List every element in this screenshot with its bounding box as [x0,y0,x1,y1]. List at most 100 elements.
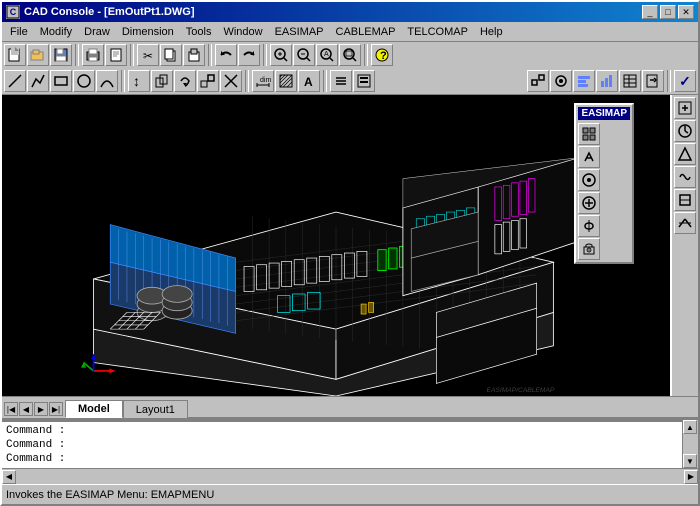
tb-preview[interactable] [105,44,127,66]
toolbar-area: ✂ A [2,42,698,95]
hscroll-left-btn[interactable]: ◀ [2,470,16,484]
tb2-rect[interactable] [50,70,72,92]
tb-zoom-fit[interactable]: A [316,44,338,66]
command-section: Command : Command : Command : ▲ ▼ [2,418,698,468]
status-text: Invokes the EASIMAP Menu: EMAPMENU [6,489,214,501]
tab-layout1[interactable]: Layout1 [123,400,188,418]
close-button[interactable]: ✕ [678,5,694,19]
tab-scroll-last[interactable]: ▶| [49,402,63,416]
rt-btn-6[interactable] [674,212,696,234]
command-line-2: Command : [6,438,678,452]
rt-btn-2[interactable] [674,120,696,142]
tb2-bar[interactable] [573,70,595,92]
tb2-trim[interactable] [220,70,242,92]
tb-help[interactable]: ? [371,44,393,66]
tb-zoom-window[interactable] [339,44,361,66]
scrollbar-up-btn[interactable]: ▲ [683,420,697,434]
tb2-snap[interactable] [527,70,549,92]
tb-redo[interactable] [238,44,260,66]
rt-btn-1[interactable] [674,97,696,119]
svg-text:dim: dim [260,77,271,84]
menu-draw[interactable]: Draw [78,24,116,40]
tb2-table[interactable] [619,70,641,92]
tb2-copy2[interactable] [151,70,173,92]
easimap-btn-3[interactable] [578,169,600,191]
tb-open[interactable] [27,44,49,66]
tb2-export[interactable] [642,70,664,92]
easimap-btn-1[interactable] [578,123,600,145]
tab-scroll-next[interactable]: ▶ [34,402,48,416]
tb2-polyline[interactable] [27,70,49,92]
tb-save[interactable] [50,44,72,66]
tb2-sep-1 [121,70,125,92]
tb2-check[interactable]: ✓ [674,70,696,92]
hscroll-track[interactable] [16,470,684,484]
tb2-hatch[interactable] [275,70,297,92]
tb-cut[interactable]: ✂ [137,44,159,66]
tb-undo[interactable] [215,44,237,66]
tb2-scale[interactable] [197,70,219,92]
tb2-rotate[interactable] [174,70,196,92]
tb-paste[interactable] [183,44,205,66]
tb2-dim[interactable]: dim [252,70,274,92]
tb2-sep-right [667,70,671,92]
maximize-button[interactable]: □ [660,5,676,19]
tb2-properties[interactable] [353,70,375,92]
command-line-1: Command : [6,424,678,438]
tb2-chart[interactable] [596,70,618,92]
tb2-move[interactable]: ↕ [128,70,150,92]
toolbar-row-1: ✂ A [2,42,698,68]
tb-sep-3 [208,44,212,66]
menu-modify[interactable]: Modify [34,24,78,40]
svg-text:C: C [10,7,17,17]
menu-cablemap[interactable]: CABLEMAP [330,24,402,40]
easimap-btn-2[interactable] [578,146,600,168]
hscroll-right-btn[interactable]: ▶ [684,470,698,484]
tb2-circle[interactable] [73,70,95,92]
easimap-floating-toolbar: EASIMAP [574,103,634,264]
command-label-3: Command : [6,453,65,465]
hscroll-row: ◀ ▶ [2,468,698,484]
command-scrollbar-v: ▲ ▼ [682,420,698,468]
tb2-layer[interactable] [330,70,352,92]
tb2-sep-2 [245,70,249,92]
tb-sep-4 [263,44,267,66]
scrollbar-down-btn[interactable]: ▼ [683,454,697,468]
cad-viewport[interactable]: EASIMAP/CABLEMAP EASIMAP [2,95,670,396]
tb2-osnap[interactable] [550,70,572,92]
menu-help[interactable]: Help [474,24,509,40]
minimize-button[interactable]: _ [642,5,658,19]
menu-dimension[interactable]: Dimension [116,24,180,40]
easimap-btn-5[interactable] [578,215,600,237]
tb-zoom-out[interactable] [293,44,315,66]
tb-copy[interactable] [160,44,182,66]
rt-btn-5[interactable] [674,189,696,211]
right-toolbar [670,95,698,396]
easimap-btn-6[interactable] [578,238,600,260]
easimap-btn-4[interactable] [578,192,600,214]
tab-scroll-first[interactable]: |◀ [4,402,18,416]
menu-tools[interactable]: Tools [180,24,218,40]
command-text-area: Command : Command : Command : [2,420,682,468]
tab-model[interactable]: Model [65,400,123,418]
rt-btn-3[interactable] [674,143,696,165]
tb-new[interactable] [4,44,26,66]
toolbar-row-2: ↕ dim A [2,68,698,94]
main-window: C CAD Console - [EmOutPt1.DWG] _ □ ✕ Fil… [0,0,700,506]
tb-print[interactable] [82,44,104,66]
menu-telcomap[interactable]: TELCOMAP [401,24,474,40]
tb2-text[interactable]: A [298,70,320,92]
tab-scroll-prev[interactable]: ◀ [19,402,33,416]
command-label-2: Command : [6,439,65,451]
tb2-line[interactable] [4,70,26,92]
rt-btn-4[interactable] [674,166,696,188]
app-icon: C [6,5,20,19]
menu-easimap[interactable]: EASIMAP [269,24,330,40]
tb2-arc[interactable] [96,70,118,92]
menu-bar: File Modify Draw Dimension Tools Window … [2,22,698,42]
tb-sep-2 [130,44,134,66]
tb-zoom-in[interactable] [270,44,292,66]
menu-window[interactable]: Window [217,24,268,40]
menu-file[interactable]: File [4,24,34,40]
status-bar: Invokes the EASIMAP Menu: EMAPMENU [2,484,698,504]
